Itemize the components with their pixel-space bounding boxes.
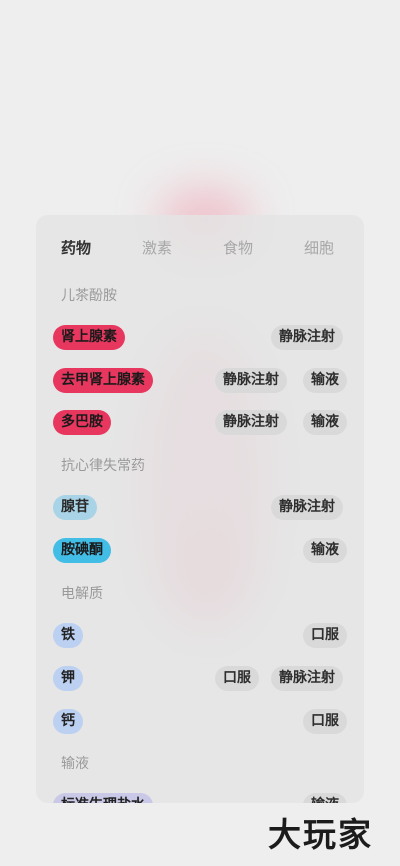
drug-item-iron[interactable]: 铁: [53, 623, 83, 648]
watermark-logo: 大玩家: [268, 815, 373, 854]
route-chip[interactable]: 口服: [215, 666, 259, 691]
route-chip[interactable]: 口服: [303, 709, 347, 734]
drug-panel: 药物 激素 食物 细胞 儿茶酚胺 肾上腺素 静脉注射 去甲肾上腺素 静脉注射 输…: [36, 215, 364, 803]
section-header-antiarrhythmics: 抗心律失常药: [61, 458, 145, 474]
route-chip[interactable]: 口服: [303, 623, 347, 648]
drug-item-normal-saline[interactable]: 标准生理盐水: [53, 793, 153, 803]
route-chip[interactable]: 静脉注射: [215, 368, 287, 393]
route-chip[interactable]: 输液: [303, 410, 347, 435]
drug-item-adrenaline[interactable]: 肾上腺素: [53, 325, 125, 350]
route-chip[interactable]: 输液: [303, 538, 347, 563]
route-chip[interactable]: 静脉注射: [215, 410, 287, 435]
drug-item-amiodarone[interactable]: 胺碘酮: [53, 538, 111, 563]
app-screen: 药物 激素 食物 细胞 儿茶酚胺 肾上腺素 静脉注射 去甲肾上腺素 静脉注射 输…: [0, 0, 400, 866]
drug-item-dopamine[interactable]: 多巴胺: [53, 410, 111, 435]
section-header-electrolytes: 电解质: [61, 586, 103, 602]
category-tabs: 药物 激素 食物 细胞: [36, 237, 364, 259]
route-chip[interactable]: 静脉注射: [271, 666, 343, 691]
route-chip[interactable]: 输液: [303, 368, 347, 393]
drug-item-calcium[interactable]: 钙: [53, 709, 83, 734]
route-chip[interactable]: 输液: [303, 793, 347, 803]
route-chip[interactable]: 静脉注射: [271, 495, 343, 520]
section-header-infusion: 输液: [61, 756, 89, 772]
drug-item-adenosine[interactable]: 腺苷: [53, 495, 97, 520]
section-header-catecholamines: 儿茶酚胺: [61, 288, 117, 304]
tab-hormones[interactable]: 激素: [142, 237, 172, 259]
tab-cells[interactable]: 细胞: [304, 237, 334, 259]
tab-drugs[interactable]: 药物: [61, 237, 91, 259]
drug-item-potassium[interactable]: 钾: [53, 666, 83, 691]
drug-item-noradrenaline[interactable]: 去甲肾上腺素: [53, 368, 153, 393]
tab-food[interactable]: 食物: [223, 237, 253, 259]
route-chip[interactable]: 静脉注射: [271, 325, 343, 350]
